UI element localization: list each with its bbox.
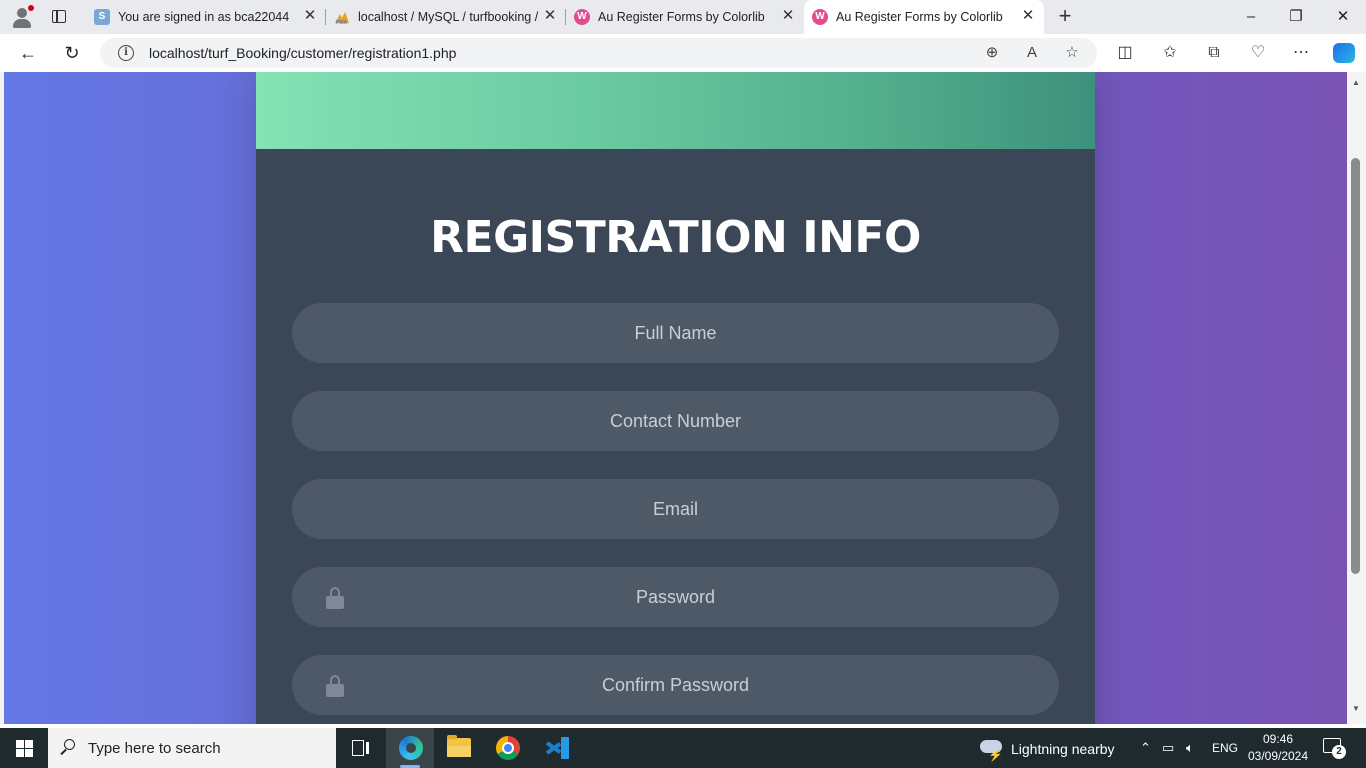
chevron-up-icon[interactable]: ⌃ [1140,739,1151,757]
tab-strip: S You are signed in as bca22044 ✕ PMA lo… [0,0,1366,34]
email-field[interactable] [292,479,1059,539]
close-tab-icon[interactable]: ✕ [542,8,558,24]
restore-icon[interactable]: ❐ [1285,6,1307,28]
scrollbar-thumb[interactable] [1351,158,1360,574]
folder-icon [447,735,471,757]
browser-toolbar: ← ↻ i localhost/turf_Booking/customer/re… [0,34,1366,72]
scroll-up-icon[interactable]: ▲ [1351,78,1361,87]
tab-title: localhost / MySQL / turfbooking / [358,10,539,24]
edge-icon [399,736,423,760]
edge-taskbar-button[interactable] [386,728,434,768]
language-indicator[interactable]: ENG [1212,739,1238,757]
card-header-banner [256,72,1095,149]
browser-essentials-icon[interactable]: ♡ [1248,43,1268,63]
close-window-icon[interactable]: ✕ [1332,6,1354,28]
favorites-icon[interactable]: ✩ [1160,43,1180,63]
taskbar-search[interactable]: Type here to search [48,728,336,768]
zoom-icon[interactable]: ⊕ [983,44,1001,62]
confirm-password-input[interactable] [292,655,1059,715]
tab-au-register-active[interactable]: W Au Register Forms by Colorlib ✕ [804,0,1044,34]
notification-count: 2 [1332,745,1346,759]
notification-icon[interactable]: 2 [1323,738,1346,759]
tab-phpmyadmin[interactable]: PMA localhost / MySQL / turfbooking / ✕ [326,0,566,34]
contact-number-input[interactable] [292,391,1059,451]
email-input[interactable] [292,479,1059,539]
search-icon [60,739,76,756]
password-field[interactable] [292,567,1059,627]
network-icon[interactable]: ▭ [1162,739,1174,757]
split-screen-icon[interactable]: ◫ [1115,43,1135,63]
search-placeholder: Type here to search [88,740,221,757]
back-icon[interactable]: ← [17,42,39,64]
profile-avatar-icon[interactable] [10,5,34,29]
password-input[interactable] [292,567,1059,627]
page-viewport: REGISTRATION INFO [4,72,1347,724]
registration-card: REGISTRATION INFO [256,72,1095,724]
copilot-icon[interactable] [1333,43,1355,63]
taskbar: Type here to search ⚡ Lightning nearby ⌃… [0,728,1366,768]
read-aloud-icon[interactable]: A [1023,44,1041,62]
au-icon: W [812,9,828,25]
windows-start-icon[interactable] [16,740,33,757]
close-tab-icon[interactable]: ✕ [780,8,796,24]
collections-icon[interactable]: ⧉ [1204,43,1224,63]
tab-title: Au Register Forms by Colorlib [836,10,1003,24]
tab-au-register-1[interactable]: W Au Register Forms by Colorlib ✕ [566,0,804,34]
full-name-input[interactable] [292,303,1059,363]
clock[interactable]: 09:46 03/09/2024 [1246,731,1310,765]
confirm-password-field[interactable] [292,655,1059,715]
close-tab-icon[interactable]: ✕ [1020,8,1036,24]
tab-signed-in[interactable]: S You are signed in as bca22044 ✕ [86,0,326,34]
favorite-star-icon[interactable]: ☆ [1063,44,1081,62]
contact-number-field[interactable] [292,391,1059,451]
svg-text:PMA: PMA [336,20,348,25]
tab-title: Au Register Forms by Colorlib [598,10,765,24]
task-view-icon [352,740,370,756]
chrome-icon [496,736,520,760]
weather-text[interactable]: Lightning nearby [1011,741,1115,757]
tab-title: You are signed in as bca22044 [118,10,290,24]
new-tab-icon[interactable]: + [1054,5,1076,28]
minimize-icon[interactable]: – [1240,6,1262,28]
clock-date: 03/09/2024 [1247,749,1309,763]
page-scrollbar[interactable]: ▲ ▼ [1347,72,1366,724]
more-menu-icon[interactable]: ⋯ [1291,43,1311,63]
weather-icon[interactable]: ⚡ [978,736,1004,761]
close-tab-icon[interactable]: ✕ [302,8,318,24]
site-info-icon[interactable]: i [118,45,134,61]
volume-icon[interactable]: 🔈︎ [1186,739,1194,757]
vscode-taskbar-button[interactable] [533,728,581,768]
tab-actions-icon[interactable] [50,8,68,26]
refresh-icon[interactable]: ↻ [61,42,83,64]
phpmyadmin-icon: PMA [334,9,350,26]
page-title: REGISTRATION INFO [430,212,921,263]
chrome-taskbar-button[interactable] [484,728,532,768]
clock-time: 09:46 [1262,732,1294,746]
scroll-down-icon[interactable]: ▼ [1351,704,1361,713]
file-explorer-button[interactable] [434,728,482,768]
s-icon: S [94,9,110,25]
au-icon: W [574,9,590,25]
url-text[interactable]: localhost/turf_Booking/customer/registra… [149,45,456,61]
address-bar[interactable]: i localhost/turf_Booking/customer/regist… [100,38,1097,68]
vscode-icon [545,737,569,759]
full-name-field[interactable] [292,303,1059,363]
task-view-button[interactable] [336,728,384,768]
